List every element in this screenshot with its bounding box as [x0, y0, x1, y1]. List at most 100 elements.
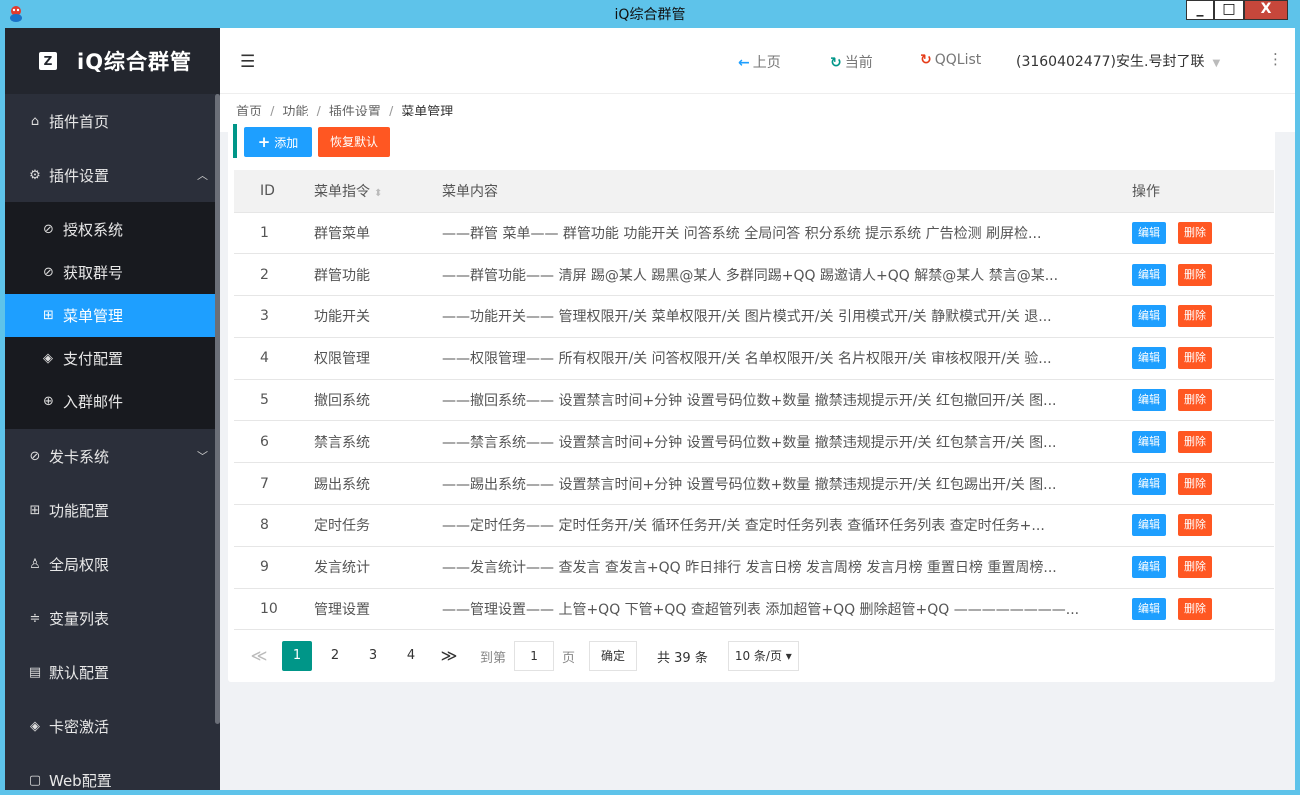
- shield-check-icon: ⊘: [43, 265, 54, 280]
- delete-button[interactable]: 删除: [1178, 305, 1212, 328]
- sidebar-item-label: 插件设置: [49, 166, 110, 185]
- cell-actions: 编辑 删除: [1132, 379, 1274, 422]
- sidebar-item-global-perm[interactable]: ♙ 全局权限: [5, 537, 220, 591]
- add-button[interactable]: + 添加: [244, 127, 312, 157]
- sidebar-subitem-get-group[interactable]: ⊘ 获取群号: [5, 251, 220, 294]
- page-size-select[interactable]: 10 条/页 ▾: [727, 641, 799, 671]
- qqlist-link[interactable]: ↻ QQList: [920, 52, 981, 68]
- grid-icon: ⊞: [43, 308, 54, 323]
- cell-actions: 编辑 删除: [1132, 546, 1274, 589]
- sidebar-item-feature-config[interactable]: ⊞ 功能配置: [5, 483, 220, 537]
- sidebar-subitem-payment[interactable]: ◈ 支付配置: [5, 337, 220, 380]
- edit-button[interactable]: 编辑: [1132, 347, 1166, 370]
- brand-name: iQ综合群管: [77, 50, 193, 74]
- sidebar-item-label: 菜单管理: [63, 307, 124, 325]
- table-row: 5 撤回系统 ——撤回系统—— 设置禁言时间+分钟 设置号码位数+数量 撤禁违规提示…: [234, 379, 1274, 422]
- sidebar-subitem-join-mail[interactable]: ⊕ 入群邮件: [5, 380, 220, 423]
- cell-content: ——踢出系统—— 设置禁言时间+分钟 设置号码位数+数量 撤禁违规提示开/关 红…: [442, 462, 1132, 506]
- edit-button[interactable]: 编辑: [1132, 598, 1166, 621]
- back-link[interactable]: ← 上页: [738, 52, 781, 72]
- sliders-icon: ≑: [29, 610, 41, 626]
- cell-actions: 编辑 删除: [1132, 337, 1274, 380]
- refresh-link[interactable]: ↻ 当前: [830, 52, 873, 72]
- cell-content: ——撤回系统—— 设置禁言时间+分钟 设置号码位数+数量 撤禁违规提示开/关 红…: [442, 379, 1132, 422]
- delete-button[interactable]: 删除: [1178, 389, 1212, 412]
- more-vertical-icon[interactable]: ⋮: [1268, 50, 1283, 68]
- delete-button[interactable]: 删除: [1178, 347, 1212, 370]
- caret-down-icon: ▼: [1212, 58, 1221, 69]
- cell-id: 10: [234, 588, 314, 631]
- menu-toggle-icon[interactable]: ☰: [240, 52, 255, 72]
- edit-button[interactable]: 编辑: [1132, 305, 1166, 328]
- sidebar-item-card-system[interactable]: ⊘ 发卡系统 ﹀: [5, 429, 220, 483]
- sidebar-item-default-config[interactable]: ▤ 默认配置: [5, 645, 220, 699]
- refresh-icon: ↻: [920, 52, 932, 68]
- sidebar-item-card-activate[interactable]: ◈ 卡密激活: [5, 699, 220, 753]
- col-command[interactable]: 菜单指令 ⬍: [314, 170, 442, 213]
- page-input[interactable]: 1: [514, 641, 555, 671]
- cell-command: 发言统计: [314, 546, 442, 589]
- edit-button[interactable]: 编辑: [1132, 556, 1166, 579]
- sidebar-item-variables[interactable]: ≑ 变量列表: [5, 591, 220, 645]
- restore-default-button[interactable]: 恢复默认: [318, 127, 390, 157]
- page-1[interactable]: 1: [282, 641, 312, 671]
- edit-button[interactable]: 编辑: [1132, 389, 1166, 412]
- delete-button[interactable]: 删除: [1178, 472, 1212, 495]
- goto-confirm-button[interactable]: 确定: [589, 641, 638, 671]
- gear-icon: ⚙: [29, 167, 41, 183]
- cell-id: 5: [234, 379, 314, 422]
- cell-actions: 编辑 删除: [1132, 420, 1274, 464]
- page-2[interactable]: 2: [320, 641, 350, 671]
- cell-content: ——禁言系统—— 设置禁言时间+分钟 设置号码位数+数量 撤禁违规提示开/关 红…: [442, 420, 1132, 464]
- edit-button[interactable]: 编辑: [1132, 221, 1166, 244]
- cell-actions: 编辑 删除: [1132, 462, 1274, 506]
- delete-button[interactable]: 删除: [1178, 598, 1212, 621]
- sidebar-item-label: 变量列表: [49, 609, 110, 628]
- col-command-label: 菜单指令: [314, 183, 370, 200]
- next-page-button[interactable]: ≫: [434, 641, 464, 671]
- shield-check-icon: ⊘: [43, 222, 54, 237]
- menu-table: ID 菜单指令 ⬍ 菜单内容 操作 1 群管菜单 ——群管 菜单—— 群管功能 功能开…: [234, 170, 1274, 631]
- sidebar-item-web-config[interactable]: ▢ Web配置: [5, 753, 220, 790]
- sidebar-item-label: 入群邮件: [63, 393, 124, 411]
- sidebar-item-label: 授权系统: [63, 221, 124, 239]
- edit-button[interactable]: 编辑: [1132, 263, 1166, 286]
- delete-button[interactable]: 删除: [1178, 263, 1212, 286]
- sidebar-subitem-menu-manage[interactable]: ⊞ 菜单管理: [5, 294, 220, 337]
- add-label: 添加: [274, 136, 299, 150]
- table-row: 7 踢出系统 ——踢出系统—— 设置禁言时间+分钟 设置号码位数+数量 撤禁违规提示…: [234, 462, 1274, 506]
- page-3[interactable]: 3: [358, 641, 388, 671]
- delete-button[interactable]: 删除: [1178, 221, 1212, 244]
- cell-content: ——发言统计—— 查发言 查发言+QQ 昨日排行 发言日榜 发言周榜 发言月榜 …: [442, 546, 1132, 589]
- sidebar: Z iQ综合群管 ⌂ 插件首页 ⚙ 插件设置 ︿ ⊘ 授权系统 ⊘ 获取群号 ⊞…: [5, 28, 220, 790]
- page-4[interactable]: 4: [396, 641, 426, 671]
- sidebar-subitem-auth[interactable]: ⊘ 授权系统: [5, 208, 220, 251]
- edit-button[interactable]: 编辑: [1132, 514, 1166, 537]
- minimize-button[interactable]: _: [1186, 0, 1214, 20]
- edit-button[interactable]: 编辑: [1132, 430, 1166, 453]
- sidebar-item-label: 发卡系统: [49, 447, 110, 466]
- delete-button[interactable]: 删除: [1178, 556, 1212, 579]
- goto-label: 到第: [480, 650, 507, 666]
- cell-content: ——功能开关—— 管理权限开/关 菜单权限开/关 图片模式开/关 引用模式开/关…: [442, 295, 1132, 338]
- prev-page-button[interactable]: ≪: [244, 641, 274, 671]
- cell-command: 踢出系统: [314, 462, 442, 506]
- cell-id: 1: [234, 212, 314, 255]
- delete-button[interactable]: 删除: [1178, 514, 1212, 537]
- sidebar-scrollbar[interactable]: [215, 94, 220, 724]
- account-dropdown[interactable]: (3160402477)安生.号封了联 ▼: [1016, 51, 1220, 71]
- cell-content: ——权限管理—— 所有权限开/关 问答权限开/关 名单权限开/关 名片权限开/关…: [442, 337, 1132, 380]
- edit-button[interactable]: 编辑: [1132, 472, 1166, 495]
- arrow-left-icon: ←: [738, 55, 750, 71]
- delete-button[interactable]: 删除: [1178, 430, 1212, 453]
- sidebar-item-label: 获取群号: [63, 264, 124, 282]
- sidebar-item-plugin-settings[interactable]: ⚙ 插件设置 ︿: [5, 148, 220, 202]
- total-count: 共 39 条: [657, 650, 708, 666]
- maximize-button[interactable]: □: [1214, 0, 1244, 20]
- book-icon: ▤: [28, 664, 42, 680]
- window-titlebar: iQ综合群管 _ □ X: [0, 0, 1300, 28]
- sort-icon[interactable]: ⬍: [374, 188, 382, 199]
- menu-table-card: + 添加 恢复默认 ID 菜单指令 ⬍ 菜单内容 操作 1 群管菜单 ——群管 菜单——…: [228, 116, 1275, 682]
- close-button[interactable]: X: [1244, 0, 1288, 20]
- sidebar-item-plugin-home[interactable]: ⌂ 插件首页: [5, 94, 220, 148]
